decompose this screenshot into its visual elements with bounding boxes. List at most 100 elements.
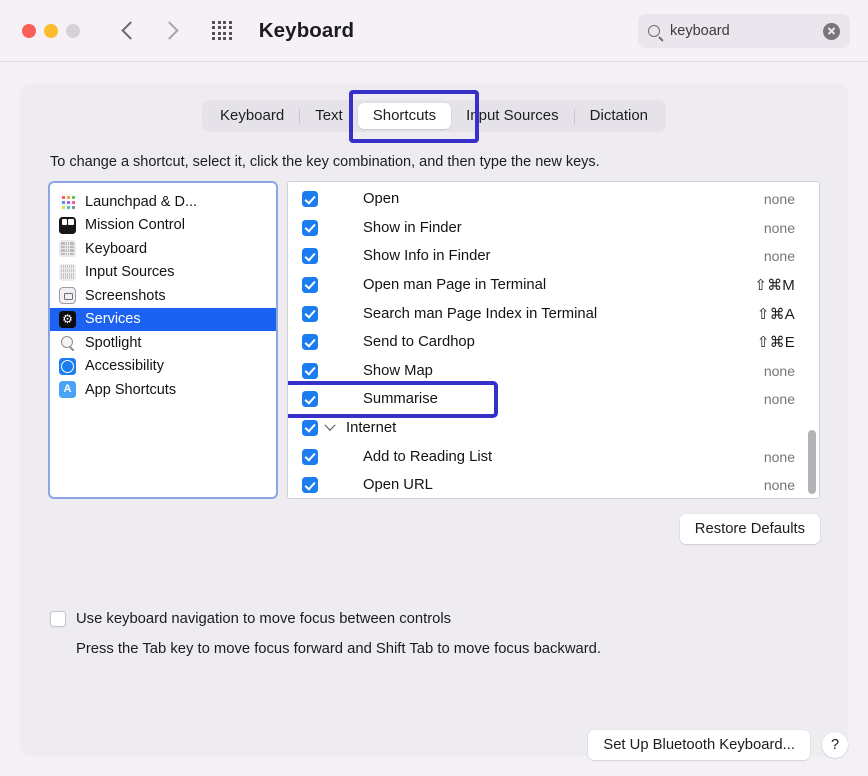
sidebar-item-spotlight[interactable]: Spotlight — [50, 331, 276, 355]
table-row-group-internet[interactable]: Internet — [288, 414, 819, 443]
row-checkbox[interactable] — [302, 277, 318, 293]
page-title: Keyboard — [259, 19, 354, 43]
shortcut-key[interactable]: none — [764, 477, 795, 493]
shortcut-name: Open man Page in Terminal — [363, 277, 754, 293]
sidebar-item-label: Launchpad & D... — [85, 194, 197, 210]
shortcut-list[interactable]: Open none Show in Finder none Show Info … — [287, 181, 820, 499]
shortcut-name: Open URL — [363, 477, 764, 493]
setup-bluetooth-keyboard-button[interactable]: Set Up Bluetooth Keyboard... — [588, 730, 810, 760]
search-field[interactable]: keyboard — [638, 14, 850, 48]
sidebar-item-launchpad[interactable]: Launchpad & D... — [50, 190, 276, 214]
tab-bar: Keyboard Text Shortcuts Input Sources Di… — [48, 100, 820, 132]
sidebar-item-input-sources[interactable]: Input Sources — [50, 261, 276, 285]
shortcut-key[interactable]: none — [764, 191, 795, 207]
keyboard-navigation-label: Use keyboard navigation to move focus be… — [76, 611, 451, 627]
keyboard-preferences-window: Keyboard keyboard Keyboard Text Shortcut… — [0, 0, 868, 776]
sidebar-item-screenshots[interactable]: Screenshots — [50, 284, 276, 308]
shortcut-key[interactable]: ⇧⌘M — [754, 276, 795, 294]
row-checkbox[interactable] — [302, 191, 318, 207]
instruction-text: To change a shortcut, select it, click t… — [50, 154, 820, 170]
row-checkbox[interactable] — [302, 449, 318, 465]
preferences-panel: Keyboard Text Shortcuts Input Sources Di… — [20, 84, 848, 756]
sidebar-item-label: Screenshots — [85, 288, 166, 304]
shortcut-name: Add to Reading List — [363, 449, 764, 465]
row-checkbox[interactable] — [302, 420, 318, 436]
spotlight-icon — [59, 334, 76, 351]
tab-shortcuts[interactable]: Shortcuts — [358, 103, 451, 129]
input-sources-icon — [59, 264, 76, 281]
shortcut-key[interactable]: none — [764, 220, 795, 236]
row-checkbox[interactable] — [302, 248, 318, 264]
clear-icon[interactable] — [823, 23, 840, 40]
table-row[interactable]: Open man Page in Terminal ⇧⌘M — [288, 271, 819, 300]
table-row[interactable]: Add to Reading List none — [288, 442, 819, 471]
table-row[interactable]: Send to Cardhop ⇧⌘E — [288, 328, 819, 357]
shortcut-name: Summarise — [363, 391, 764, 407]
app-shortcuts-icon: A — [59, 381, 76, 398]
search-input[interactable]: keyboard — [670, 23, 823, 39]
zoom-button[interactable] — [66, 24, 80, 38]
keyboard-navigation-description: Press the Tab key to move focus forward … — [76, 641, 820, 657]
row-checkbox[interactable] — [302, 477, 318, 493]
shortcut-name: Open — [363, 191, 764, 207]
help-button[interactable]: ? — [822, 732, 848, 758]
shortcut-columns: Launchpad & D... Mission Control — [48, 181, 820, 499]
row-checkbox[interactable] — [302, 334, 318, 350]
shortcut-key[interactable]: none — [764, 391, 795, 407]
shortcut-key[interactable]: none — [764, 449, 795, 465]
tab-text[interactable]: Text — [300, 103, 358, 129]
shortcut-name: Show Info in Finder — [363, 248, 764, 264]
table-row-summarise[interactable]: Summarise none — [288, 385, 819, 414]
table-row[interactable]: Open URL none — [288, 471, 819, 499]
shortcut-key[interactable]: none — [764, 248, 795, 264]
minimize-button[interactable] — [44, 24, 58, 38]
table-row[interactable]: Show Map none — [288, 357, 819, 386]
sidebar-item-app-shortcuts[interactable]: A App Shortcuts — [50, 378, 276, 402]
sidebar-item-label: Spotlight — [85, 335, 141, 351]
shortcut-list-inner: Open none Show in Finder none Show Info … — [288, 182, 819, 499]
tab-dictation[interactable]: Dictation — [575, 103, 663, 129]
sidebar-item-label: Input Sources — [85, 264, 174, 280]
tab-keyboard[interactable]: Keyboard — [205, 103, 299, 129]
keyboard-navigation-section: Use keyboard navigation to move focus be… — [50, 611, 820, 657]
sidebar-item-keyboard[interactable]: Keyboard — [50, 237, 276, 261]
sidebar-item-label: Mission Control — [85, 217, 185, 233]
tab-shortcuts-wrapper: Shortcuts — [358, 103, 451, 129]
shortcut-key[interactable]: ⇧⌘E — [757, 333, 795, 351]
forward-chevron-icon[interactable] — [160, 21, 178, 39]
chevron-down-icon[interactable] — [324, 420, 335, 431]
keyboard-icon — [59, 240, 76, 257]
shortcut-group-label: Internet — [326, 420, 795, 436]
row-checkbox[interactable] — [302, 306, 318, 322]
tab-input-sources[interactable]: Input Sources — [451, 103, 574, 129]
sidebar-item-services[interactable]: ⚙ Services — [50, 308, 276, 332]
row-checkbox[interactable] — [302, 363, 318, 379]
restore-defaults-button[interactable]: Restore Defaults — [680, 514, 820, 544]
sidebar-item-mission-control[interactable]: Mission Control — [50, 214, 276, 238]
table-row[interactable]: Search man Page Index in Terminal ⇧⌘A — [288, 299, 819, 328]
sidebar-item-label: App Shortcuts — [85, 382, 176, 398]
sidebar-item-label: Services — [85, 311, 141, 327]
shortcut-name: Show in Finder — [363, 220, 764, 236]
sidebar-item-accessibility[interactable]: Accessibility — [50, 355, 276, 379]
row-checkbox[interactable] — [302, 391, 318, 407]
shortcut-key[interactable]: none — [764, 363, 795, 379]
footer-bar: Set Up Bluetooth Keyboard... ? — [588, 730, 848, 760]
close-button[interactable] — [22, 24, 36, 38]
keyboard-navigation-row[interactable]: Use keyboard navigation to move focus be… — [50, 611, 820, 627]
restore-defaults-row: Restore Defaults — [48, 514, 820, 544]
sidebar-item-label: Accessibility — [85, 358, 164, 374]
shortcut-key[interactable]: ⇧⌘A — [757, 305, 795, 323]
shortcut-category-list[interactable]: Launchpad & D... Mission Control — [48, 181, 278, 499]
table-row[interactable]: Open none — [288, 185, 819, 214]
keyboard-navigation-checkbox[interactable] — [50, 611, 66, 627]
shortcut-name: Show Map — [363, 363, 764, 379]
launchpad-icon — [59, 193, 76, 210]
scrollbar-thumb[interactable] — [808, 430, 816, 494]
back-chevron-icon[interactable] — [121, 21, 139, 39]
scrollbar[interactable] — [808, 186, 816, 494]
table-row[interactable]: Show in Finder none — [288, 214, 819, 243]
row-checkbox[interactable] — [302, 220, 318, 236]
table-row[interactable]: Show Info in Finder none — [288, 242, 819, 271]
grid-view-icon[interactable] — [212, 21, 232, 41]
